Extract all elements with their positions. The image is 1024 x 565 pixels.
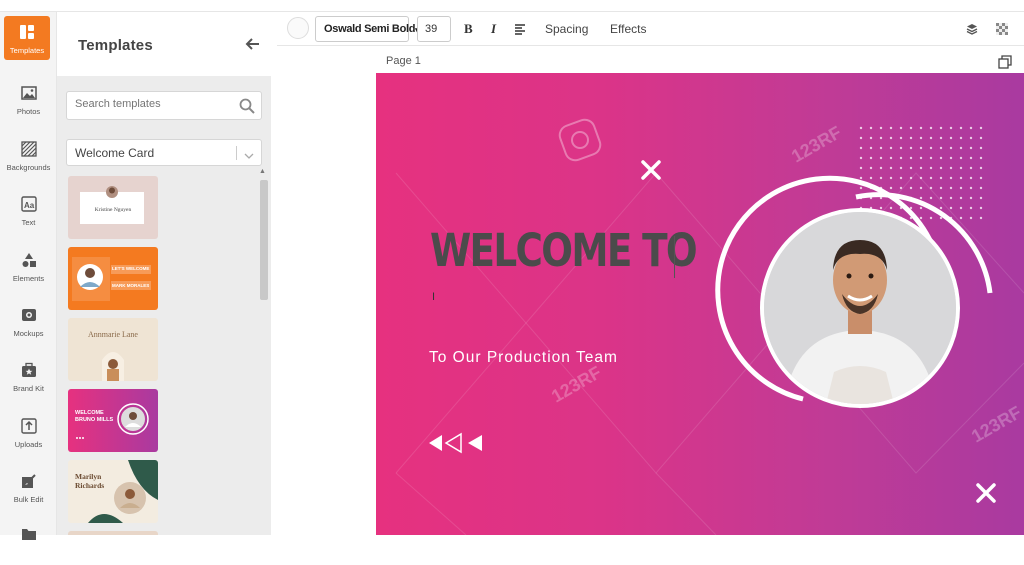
panel-body: Welcome Card Kristine Nguyen <box>57 76 271 535</box>
search-input[interactable] <box>75 98 225 110</box>
subheading-text[interactable]: To Our Production Team <box>429 349 618 367</box>
thumb-line2: BRUNO MILLS <box>75 417 114 423</box>
rail-item-photos[interactable]: Photos <box>0 74 57 124</box>
rail-label: Elements <box>12 274 45 283</box>
category-value: Welcome Card <box>75 146 155 160</box>
template-thumbnails: Kristine Nguyen LET'S WELCOME MARK MORAL… <box>68 176 158 535</box>
transparency-icon[interactable] <box>996 22 1010 36</box>
rail-label: Backgrounds <box>6 163 51 172</box>
mockups-icon <box>20 306 38 324</box>
rail-item-uploads[interactable]: Uploads <box>0 407 57 457</box>
spacing-button[interactable]: Spacing <box>545 22 588 36</box>
layers-icon[interactable] <box>966 22 980 36</box>
rail-label: Photos <box>16 107 41 116</box>
design-artboard[interactable]: 123RF 123RF 123RF WELCOME TO I To Our Pr… <box>376 73 1024 535</box>
rail-label: Templates <box>9 46 45 55</box>
backgrounds-icon <box>20 140 38 158</box>
duplicate-page-icon[interactable] <box>998 55 1012 69</box>
rail-label: Bulk Edit <box>13 495 44 504</box>
font-size-input[interactable]: 39 <box>417 16 451 42</box>
rail-label: Brand Kit <box>13 384 44 393</box>
rail-item-brand-kit[interactable]: Brand Kit <box>0 351 57 401</box>
elements-icon <box>20 251 38 269</box>
thumb-line1: WELCOME <box>75 410 104 416</box>
thumb-line1: LET'S WELCOME <box>112 266 150 271</box>
folder-icon <box>20 525 38 543</box>
tool-rail: Templates Photos Backgrounds Aa Text Ele… <box>0 12 57 540</box>
rail-item-folder[interactable] <box>0 515 57 565</box>
select-divider <box>236 146 237 160</box>
scroll-up-icon[interactable]: ▲ <box>259 168 266 175</box>
person-image <box>764 212 956 404</box>
text-color-swatch[interactable] <box>287 17 309 39</box>
photos-icon <box>20 84 38 102</box>
arrows-decoration <box>429 432 482 454</box>
text-toolbar: Oswald Semi Bold▾ 39 B I Spacing Effects <box>277 12 1024 46</box>
rail-label: Text <box>21 218 36 227</box>
svg-text:Aa: Aa <box>24 201 35 210</box>
watermark-text: 123RF <box>968 402 1024 446</box>
text-cursor <box>674 236 675 278</box>
top-strip <box>0 0 1024 12</box>
rail-item-elements[interactable]: Elements <box>0 241 57 291</box>
template-thumb[interactable]: Annmarie Lane <box>68 318 158 381</box>
watermark-text: 123RF <box>788 122 845 166</box>
scrollbar-thumb[interactable] <box>260 180 268 300</box>
category-select[interactable]: Welcome Card <box>66 139 262 166</box>
rail-item-backgrounds[interactable]: Backgrounds <box>0 130 57 180</box>
font-family-value: Oswald Semi Bold <box>324 23 416 35</box>
bold-button[interactable]: B <box>464 21 473 37</box>
rail-item-templates[interactable]: Templates <box>4 16 50 60</box>
font-family-select[interactable]: Oswald Semi Bold▾ <box>315 16 419 42</box>
template-thumb[interactable] <box>68 531 158 535</box>
rail-label: Mockups <box>13 329 44 338</box>
template-thumb[interactable]: Kristine Nguyen <box>68 176 158 239</box>
thumb-name: Annmarie Lane <box>88 330 138 339</box>
watermark-text: 123RF <box>548 362 605 406</box>
rail-item-mockups[interactable]: Mockups <box>0 296 57 346</box>
templates-panel: Templates Welcome Card Kristine <box>57 12 275 535</box>
back-arrow-icon[interactable] <box>245 36 263 54</box>
search-box[interactable] <box>66 91 262 120</box>
rail-item-bulk-edit[interactable]: Bulk Edit <box>0 462 57 512</box>
thumb-line2: MARK MORALES <box>112 283 150 288</box>
template-thumb[interactable]: Marilyn Richards <box>68 460 158 523</box>
panel-title: Templates <box>78 37 153 54</box>
ibeam-cursor-icon: I <box>432 291 436 303</box>
chevron-down-icon <box>244 148 254 159</box>
rail-item-text[interactable]: Aa Text <box>0 185 57 235</box>
template-thumb[interactable]: WELCOME BRUNO MILLS <box>68 389 158 452</box>
align-left-icon[interactable] <box>514 22 528 36</box>
text-icon: Aa <box>20 195 38 213</box>
canvas-area: Page 1 123RF 123RF 123RF WELCOME TO I To… <box>277 46 1024 535</box>
thumb-name: Kristine Nguyen <box>94 207 132 213</box>
italic-button[interactable]: I <box>491 21 496 37</box>
page-label: Page 1 <box>386 55 421 67</box>
brand-kit-icon <box>20 361 38 379</box>
templates-icon <box>18 23 36 41</box>
effects-button[interactable]: Effects <box>610 22 646 36</box>
template-thumb[interactable]: LET'S WELCOME MARK MORALES <box>68 247 158 310</box>
headline-text[interactable]: WELCOME TO <box>430 224 698 277</box>
search-icon[interactable] <box>239 98 255 114</box>
bulk-edit-icon <box>20 472 38 490</box>
profile-photo[interactable] <box>760 208 960 408</box>
uploads-icon <box>20 417 38 435</box>
panel-scrollbar[interactable]: ▲ <box>258 168 268 535</box>
thumb-line2: Richards <box>75 481 105 490</box>
thumb-line1: Marilyn <box>75 472 102 481</box>
rail-label: Uploads <box>14 440 43 449</box>
